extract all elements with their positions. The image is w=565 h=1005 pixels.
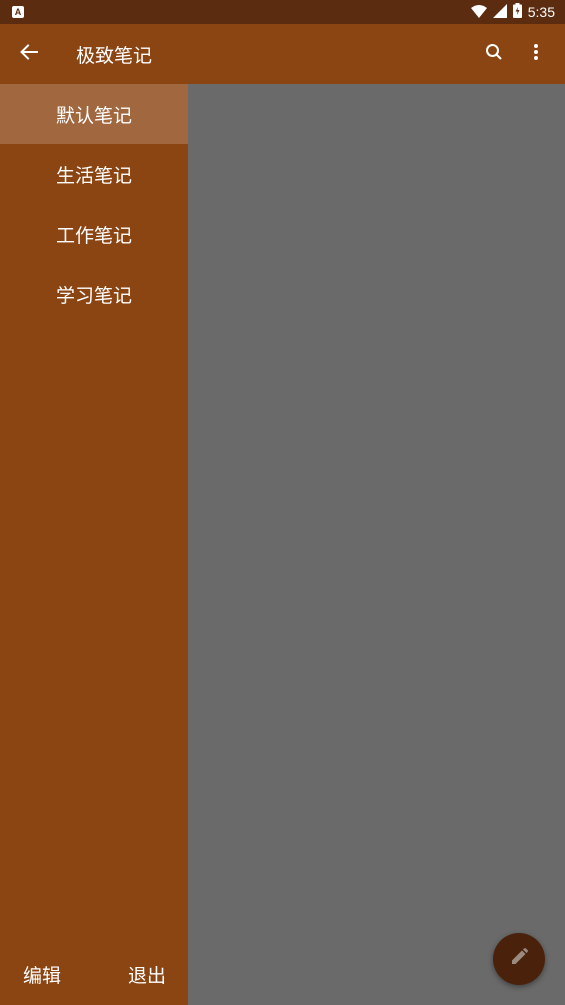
pencil-icon [510,948,528,970]
navigation-drawer: 默认笔记 生活笔记 工作笔记 学习笔记 编辑 退出 [0,84,188,1005]
more-options-button[interactable] [517,32,555,76]
battery-icon [512,2,522,22]
drawer-item-label: 默认笔记 [55,104,132,127]
app-bar: 极致笔记 [0,24,565,84]
drawer-item-label: 工作笔记 [55,224,132,247]
drawer-footer: 编辑 退出 [0,943,188,1005]
back-button[interactable] [0,24,58,84]
new-note-fab[interactable] [493,933,545,985]
search-icon [485,43,503,65]
drawer-item-label: 学习笔记 [55,284,132,307]
drawer-item-label: 生活笔记 [55,164,132,187]
notification-icon: A [12,6,24,18]
drawer-item-default-notes[interactable]: 默认笔记 [0,84,188,144]
signal-icon [492,3,507,22]
back-arrow-icon [20,44,38,64]
content-scrim[interactable] [188,84,565,1005]
more-vert-icon [533,43,539,65]
drawer-item-work-notes[interactable]: 工作笔记 [0,204,188,264]
status-bar: A 5:35 [0,0,565,24]
edit-button[interactable]: 编辑 [23,961,61,988]
drawer-item-study-notes[interactable]: 学习笔记 [0,264,188,324]
search-button[interactable] [475,32,513,76]
status-time: 5:35 [527,4,555,20]
exit-button[interactable]: 退出 [128,961,166,988]
drawer-item-life-notes[interactable]: 生活笔记 [0,144,188,204]
page-title: 极致笔记 [76,44,153,67]
wifi-icon [470,3,487,22]
